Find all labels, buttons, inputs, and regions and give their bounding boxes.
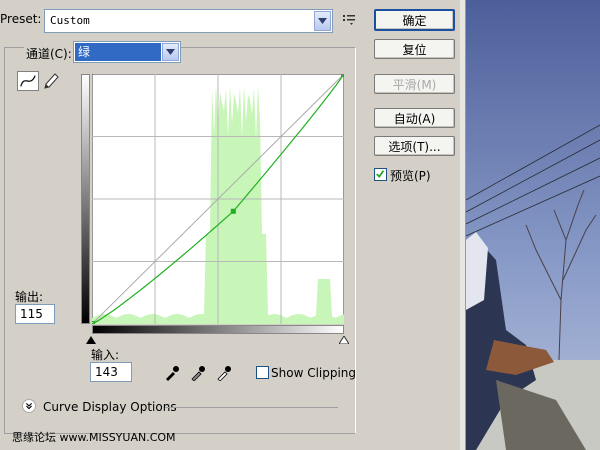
curve-point-selected[interactable] bbox=[230, 208, 236, 214]
white-point-slider[interactable] bbox=[339, 336, 349, 344]
curve-display-options-label[interactable]: Curve Display Options bbox=[43, 400, 177, 414]
black-eyedropper-icon[interactable] bbox=[164, 365, 180, 381]
preview-checkbox[interactable] bbox=[374, 168, 387, 181]
channel-dropdown[interactable]: 绿 bbox=[73, 41, 181, 63]
show-clipping-label[interactable]: Show Clipping bbox=[271, 366, 356, 380]
chevron-down-icon[interactable] bbox=[162, 43, 179, 61]
output-label: 输出: bbox=[15, 290, 44, 304]
chevron-down-icon[interactable] bbox=[314, 11, 331, 31]
curve-tool-icon[interactable] bbox=[17, 71, 39, 91]
divider bbox=[165, 407, 338, 408]
photo-preview bbox=[466, 0, 600, 450]
white-eyedropper-icon[interactable] bbox=[216, 365, 232, 381]
black-point-slider[interactable] bbox=[86, 336, 96, 344]
output-field[interactable]: 115 bbox=[15, 304, 55, 324]
input-label: 输入: bbox=[91, 348, 120, 362]
list-menu-icon[interactable] bbox=[341, 12, 357, 26]
show-clipping-checkbox[interactable] bbox=[256, 366, 269, 379]
curve-graph[interactable] bbox=[92, 74, 344, 324]
preview-label[interactable]: 预览(P) bbox=[390, 167, 431, 184]
pencil-icon[interactable] bbox=[42, 71, 60, 91]
gray-eyedropper-icon[interactable] bbox=[190, 365, 206, 381]
channel-value: 绿 bbox=[75, 43, 161, 61]
reset-button[interactable]: 复位 bbox=[374, 39, 455, 59]
input-field[interactable]: 143 bbox=[90, 362, 132, 382]
channel-label: 通道(C): bbox=[24, 45, 74, 62]
output-gradient-bar bbox=[81, 74, 90, 324]
watermark: 思缘论坛 www.MISSYUAN.COM bbox=[12, 431, 176, 444]
preset-value: Custom bbox=[50, 14, 90, 27]
preset-dropdown[interactable]: Custom bbox=[44, 9, 333, 33]
options-button[interactable]: 选项(T)... bbox=[374, 136, 455, 156]
smooth-button[interactable]: 平滑(M) bbox=[374, 74, 455, 94]
auto-button[interactable]: 自动(A) bbox=[374, 108, 455, 128]
input-gradient-bar bbox=[92, 325, 344, 334]
chevron-double-down-icon[interactable] bbox=[22, 399, 36, 413]
preset-label: Preset: bbox=[0, 12, 42, 26]
ok-button[interactable]: 确定 bbox=[374, 9, 455, 31]
